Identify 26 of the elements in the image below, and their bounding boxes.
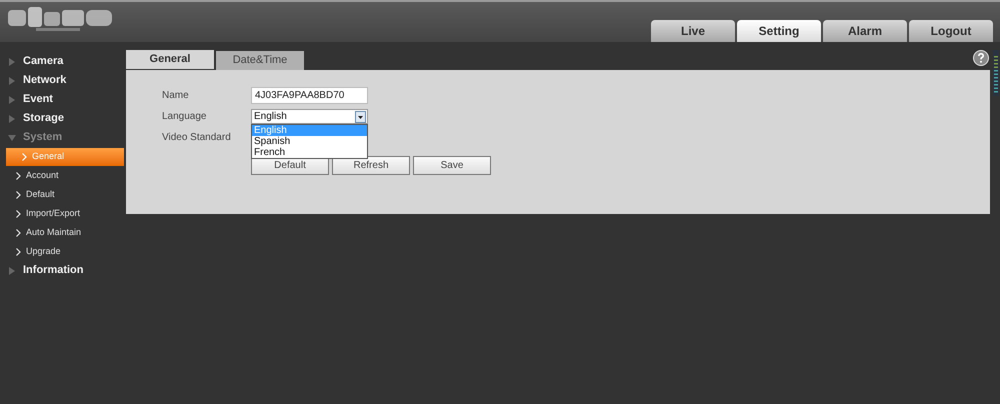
- sidebar-item[interactable]: Camera: [0, 52, 126, 71]
- tab[interactable]: General: [126, 50, 214, 69]
- sidebar-item[interactable]: Network: [0, 71, 126, 90]
- sidebar-subitem[interactable]: Auto Maintain: [0, 224, 126, 242]
- sidebar-item[interactable]: Storage: [0, 109, 126, 128]
- field-label: Name: [162, 89, 190, 103]
- field-label: Video Standard: [162, 131, 232, 145]
- sidebar-item[interactable]: Information: [0, 261, 126, 280]
- nav-tab[interactable]: Alarm: [823, 20, 907, 42]
- nav-tab[interactable]: Logout: [909, 20, 993, 42]
- field-label: Language: [162, 110, 208, 124]
- sidebar-subitem[interactable]: Account: [0, 166, 126, 184]
- action-button[interactable]: Refresh: [332, 156, 410, 175]
- nav-tab[interactable]: Setting: [737, 20, 821, 42]
- sidebar-subitem[interactable]: Default: [0, 186, 126, 204]
- sidebar-item[interactable]: Event: [0, 90, 126, 109]
- language-dropdown[interactable]: English: [251, 109, 368, 124]
- nav-tab[interactable]: Live: [651, 20, 735, 42]
- dropdown-option[interactable]: French: [252, 147, 367, 158]
- sidebar-subitem[interactable]: Import/Export: [0, 204, 126, 222]
- dropdown-option[interactable]: Spanish: [252, 136, 367, 147]
- sidebar-subitem[interactable]: Upgrade: [0, 242, 126, 260]
- sidebar-item[interactable]: System: [0, 128, 126, 147]
- name-field[interactable]: 4J03FA9PAA8BD70: [251, 87, 368, 104]
- action-button[interactable]: Save: [413, 156, 491, 175]
- tab[interactable]: Date&Time: [216, 51, 304, 70]
